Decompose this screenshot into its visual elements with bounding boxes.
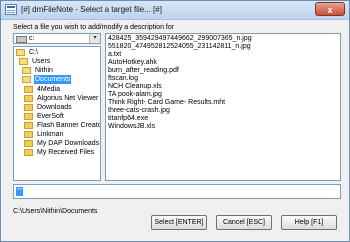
instruction-label: Select a file you wish to add/modify a d… [13,24,175,31]
folder-tree[interactable]: C:\ Users Nithin Documents 4Media Algori… [13,46,101,181]
tree-item-label: Users [32,58,51,65]
tree-item-label: EverSoft [37,113,64,120]
tree-item-label: Documents [34,75,72,84]
folder-open-icon [19,58,28,65]
tree-item-label: My Received Files [37,149,95,156]
list-item[interactable]: burn_after_reading.pdf [108,67,179,75]
folder-icon [24,86,33,93]
tree-item-label: Linkman [37,131,64,138]
folder-icon [24,122,33,129]
list-item[interactable]: NCH Cleanup.xls [108,83,162,91]
folder-icon [24,149,33,156]
folder-open-icon [22,76,31,83]
tree-item-label: Downloads [37,104,72,111]
list-item[interactable]: ftscan.log [108,75,138,83]
tree-item-label: C:\ [29,49,38,56]
folder-icon [24,95,33,102]
tree-item-label: 4Media [37,86,60,93]
tree-item-label: Algorius Net Viewer [37,95,99,102]
window-title: [#] dmFileNote - Select a target file...… [21,5,162,14]
current-path: C:\Users\Nithin\Documents [13,208,98,215]
drive-select[interactable]: c: ▾ [13,33,101,44]
description-input[interactable]: "" [13,184,341,199]
list-item[interactable]: titanfp64.exe [108,115,148,123]
folder-icon [24,113,33,120]
file-list[interactable]: 428425_359429497449662_299007365_n.jpg 5… [105,33,341,181]
description-selected-text: "" [16,187,23,196]
list-item[interactable]: AutoHotkey.ahk [108,59,157,67]
drive-value: c: [29,35,35,42]
list-item[interactable]: a.txt [108,51,121,59]
folder-icon [24,140,33,147]
list-item[interactable]: 428425_359429497449662_299007365_n.jpg [108,35,252,43]
list-item[interactable]: three-cats-crash.jpg [108,107,170,115]
select-button[interactable]: Select [ENTER] [151,215,207,230]
folder-open-icon [22,67,31,74]
folder-icon [24,131,33,138]
app-icon [5,4,17,15]
close-button[interactable]: x [315,2,345,16]
help-button[interactable]: Help [F1] [281,215,337,230]
list-item[interactable]: Think Right- Card Game- Results.mht [108,99,225,107]
title-bar[interactable]: [#] dmFileNote - Select a target file...… [1,1,349,20]
drive-icon [16,36,27,43]
list-item[interactable]: TA pook-alam.jpg [108,91,162,99]
chevron-down-icon[interactable]: ▾ [89,34,100,43]
dialog-window: [#] dmFileNote - Select a target file...… [0,0,350,242]
list-item[interactable]: 551820_474952812524055_231142811_n.jpg [108,43,251,51]
tree-item-label: Nithin [35,67,53,74]
list-item[interactable]: WindowsJB.xls [108,123,155,131]
folder-icon [24,104,33,111]
cancel-button[interactable]: Cancel [ESC] [216,215,272,230]
tree-item-label: My DAP Downloads [37,140,100,147]
tree-item-label: Flash Banner Creator [37,122,101,129]
folder-open-icon [16,49,25,56]
